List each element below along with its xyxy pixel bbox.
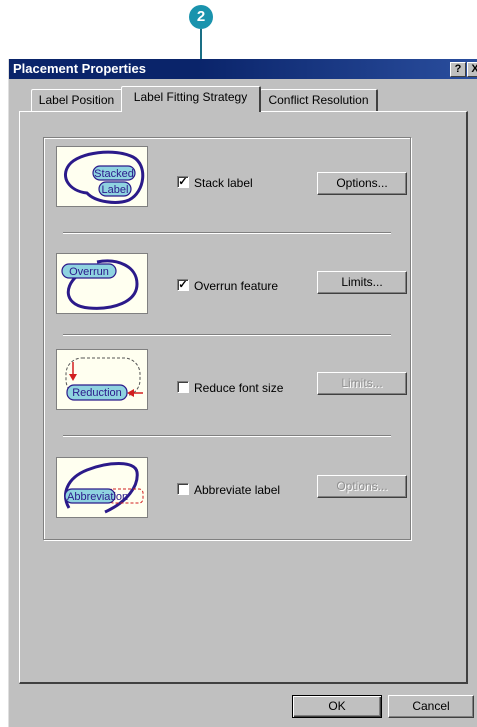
placement-properties-dialog: Placement Properties ? X Label Position … [8,59,477,727]
tab-label-fitting-strategy[interactable]: Label Fitting Strategy [121,86,261,112]
stack-label-checkbox[interactable]: ✓ [177,176,189,188]
overrun-feature-label: Overrun feature [194,279,279,293]
illustration-text-abbreviation: Abbreviation [67,491,128,503]
tab-label-position[interactable]: Label Position [31,89,123,111]
separator [63,334,391,336]
illustration-text-stacked: Stacked [94,168,134,180]
abbreviate-label-label: Abbreviate label [194,483,281,497]
stacked-label-illustration: Stacked Label [56,146,148,207]
illustration-text-overrun: Overrun [69,266,109,278]
tab-conflict-resolution[interactable]: Conflict Resolution [260,89,378,111]
cancel-button[interactable]: Cancel [388,695,474,718]
reduction-limits-button[interactable]: Limits... [317,372,407,395]
overrun-limits-button[interactable]: Limits... [317,271,407,294]
step-callout-badge: 2 [189,5,213,29]
close-button[interactable]: X [467,62,477,77]
reduce-font-size-checkbox[interactable] [177,381,189,393]
reduction-illustration: Reduction [56,349,148,410]
illustration-text-reduction: Reduction [72,387,122,399]
separator [63,232,391,234]
ok-button[interactable]: OK [292,695,382,718]
abbreviation-illustration: Abbreviation [56,457,148,518]
overrun-feature-checkbox[interactable]: ✓ [177,279,189,291]
overrun-illustration: Overrun [56,253,148,314]
dialog-title: Placement Properties [13,61,146,76]
help-button[interactable]: ? [450,62,466,77]
abbreviate-label-checkbox[interactable] [177,483,189,495]
separator [63,435,391,437]
title-bar: Placement Properties ? X [9,59,477,79]
stack-label-options-button[interactable]: Options... [317,172,407,195]
stack-label-label: Stack label [194,176,253,190]
reduce-font-size-label: Reduce font size [194,381,284,395]
illustration-text-label: Label [102,184,129,196]
abbreviation-options-button[interactable]: Options... [317,475,407,498]
